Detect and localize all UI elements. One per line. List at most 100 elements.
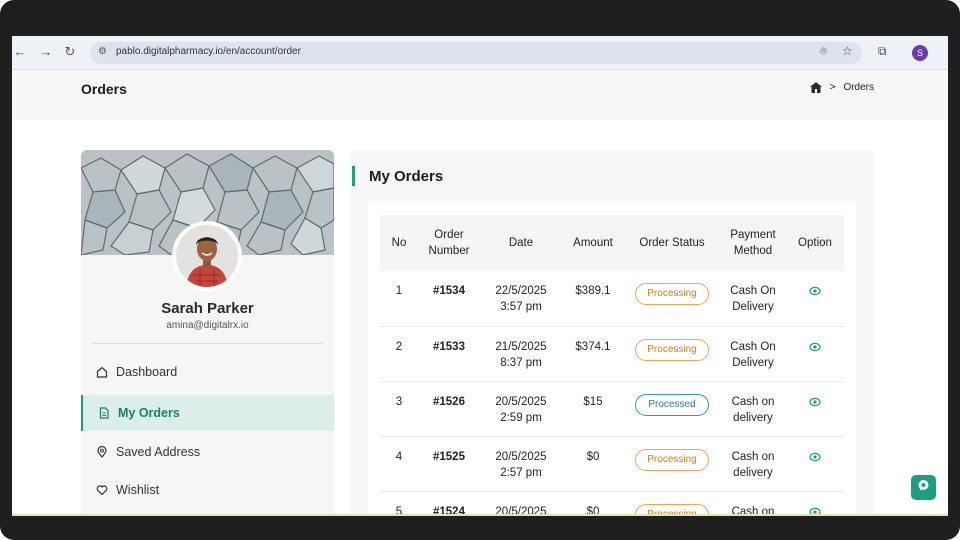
- chat-button[interactable]: [911, 475, 936, 500]
- column-header-amount: Amount: [573, 237, 613, 249]
- option-cell: [786, 271, 844, 327]
- option-cell: [786, 381, 844, 437]
- browser-window: ← → ↻ ⚙ pablo.digitalpharmacy.io/en/acco…: [12, 36, 948, 516]
- order-no: 1: [380, 271, 418, 327]
- order-status-cell: Processing: [624, 326, 720, 382]
- sidebar-item-dashboard[interactable]: Dashboard: [81, 354, 334, 390]
- order-date-time: 2:59 pm: [500, 411, 542, 424]
- order-date-time: 2:57 pm: [500, 466, 542, 479]
- map-pin-icon: [96, 446, 108, 458]
- home-outline-icon: [96, 366, 108, 378]
- document-icon: [98, 407, 110, 419]
- status-badge: Processed: [635, 393, 709, 416]
- order-number: #1534: [418, 271, 480, 327]
- order-amount: $374.1: [562, 326, 624, 382]
- site-settings-icon[interactable]: ⚙: [98, 46, 107, 57]
- option-cell: [786, 491, 844, 516]
- address-bar[interactable]: ⚙ pablo.digitalpharmacy.io/en/account/or…: [90, 42, 862, 64]
- order-date-time: 8:37 pm: [500, 356, 542, 369]
- view-eye-icon[interactable]: [809, 396, 821, 412]
- sidebar-item-label: My Orders: [118, 406, 180, 420]
- location-icon[interactable]: ⌾: [820, 44, 827, 59]
- table-row[interactable]: 3 #1526 20/5/2025 2:59 pm $15 Processed C…: [380, 381, 844, 437]
- order-date: 20/5/2025 2:59 pm: [480, 381, 562, 437]
- column-header-order-number: Order Number: [428, 229, 470, 257]
- order-date: 22/5/2025 3:57 pm: [480, 271, 562, 327]
- profile-divider: [92, 343, 323, 344]
- order-number: #1524: [418, 491, 480, 516]
- payment-method: Cash On Delivery: [720, 326, 786, 382]
- order-number: #1525: [418, 436, 480, 492]
- option-cell: [786, 436, 844, 492]
- table-row[interactable]: 1 #1534 22/5/2025 3:57 pm $389.1 Processi…: [380, 271, 844, 327]
- view-eye-icon[interactable]: [809, 341, 821, 357]
- order-date-time: 3:57 pm: [500, 301, 542, 313]
- orders-table: No Order Number Date Amount Order Status…: [380, 215, 844, 516]
- screen-frame: ← → ↻ ⚙ pablo.digitalpharmacy.io/en/acco…: [0, 0, 960, 540]
- browser-profile-avatar[interactable]: S: [912, 45, 928, 61]
- payment-method: Cash on: [720, 491, 786, 516]
- order-no: 3: [380, 381, 418, 437]
- section-title: My Orders: [369, 168, 444, 185]
- view-eye-icon[interactable]: [809, 285, 821, 301]
- column-header-option: Option: [798, 237, 832, 249]
- order-amount: $0: [562, 491, 624, 516]
- view-eye-icon[interactable]: [809, 451, 821, 467]
- order-number: #1526: [418, 381, 480, 437]
- order-date-day: 22/5/2025: [495, 285, 547, 297]
- orders-panel: My Orders No Order Number Date Amount Or…: [350, 150, 874, 516]
- avatar: [172, 221, 242, 291]
- order-amount: $15: [562, 381, 624, 437]
- sidebar-item-saved-address[interactable]: Saved Address: [81, 434, 334, 470]
- sidebar-item-my-orders[interactable]: My Orders: [81, 395, 334, 431]
- table-row[interactable]: 4 #1525 20/5/2025 2:57 pm $0 Processing C…: [380, 436, 844, 492]
- order-status-cell: Processing: [624, 436, 720, 492]
- orders-table-container: No Order Number Date Amount Order Status…: [368, 201, 856, 516]
- option-cell: [786, 326, 844, 382]
- table-header-row: No Order Number Date Amount Order Status…: [380, 215, 844, 271]
- order-no: 2: [380, 326, 418, 382]
- bookmark-star-icon[interactable]: ☆: [842, 44, 853, 58]
- order-date-day: 20/5/2025: [495, 450, 547, 463]
- order-status-cell: Processing: [624, 491, 720, 516]
- chat-bubble-icon: [917, 479, 930, 497]
- status-badge: Processing: [635, 338, 709, 361]
- payment-method: Cash On Delivery: [720, 271, 786, 327]
- order-no: 4: [380, 436, 418, 492]
- profile-sidebar: Sarah Parker amina@digitalrx.io Dashboar…: [81, 150, 334, 516]
- order-date: 20/5/2025: [480, 491, 562, 516]
- user-name: Sarah Parker: [161, 300, 254, 317]
- section-accent-bar: [352, 166, 355, 186]
- order-amount: $389.1: [562, 271, 624, 327]
- url-text: pablo.digitalpharmacy.io/en/account/orde…: [116, 46, 301, 57]
- extensions-icon[interactable]: ⧉: [878, 44, 887, 59]
- order-amount: $0: [562, 436, 624, 492]
- sidebar-item-wishlist[interactable]: Wishlist: [81, 472, 334, 508]
- order-date: 21/5/2025 8:37 pm: [480, 326, 562, 382]
- order-date: 20/5/2025 2:57 pm: [480, 436, 562, 492]
- heart-icon: [96, 484, 108, 496]
- status-badge: Processing: [635, 283, 709, 305]
- column-header-order-status: Order Status: [639, 237, 705, 249]
- breadcrumb: > Orders: [809, 82, 874, 93]
- sidebar-item-label: Saved Address: [116, 445, 201, 459]
- reload-icon[interactable]: ↻: [62, 44, 78, 60]
- breadcrumb-separator: >: [829, 82, 836, 93]
- back-arrow-icon[interactable]: ←: [12, 44, 28, 59]
- order-status-cell: Processed: [624, 381, 720, 437]
- browser-toolbar: ← → ↻ ⚙ pablo.digitalpharmacy.io/en/acco…: [12, 36, 948, 70]
- column-header-no: No: [391, 237, 407, 249]
- order-number: #1533: [418, 326, 480, 382]
- home-icon[interactable]: [809, 82, 822, 93]
- table-row[interactable]: 5 #1524 20/5/2025 $0 Processing Cash on: [380, 491, 844, 516]
- page-title: Orders: [81, 81, 127, 97]
- breadcrumb-current: Orders: [843, 82, 874, 93]
- forward-arrow-icon[interactable]: →: [38, 44, 54, 59]
- status-badge: Processing: [635, 448, 709, 471]
- order-no: 5: [380, 491, 418, 516]
- column-header-date: Date: [508, 237, 534, 249]
- table-row[interactable]: 2 #1533 21/5/2025 8:37 pm $374.1 Processi…: [380, 326, 844, 382]
- order-date-day: 21/5/2025: [495, 340, 547, 353]
- payment-method: Cash on delivery: [720, 381, 786, 437]
- page-header: Orders > Orders: [12, 70, 948, 120]
